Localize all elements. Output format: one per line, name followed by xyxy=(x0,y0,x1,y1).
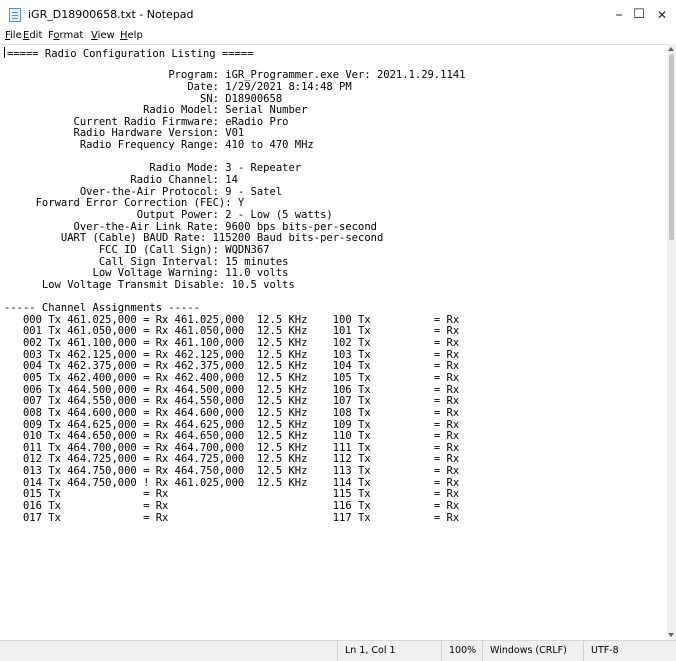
menu-file[interactable]: File xyxy=(5,30,22,41)
close-button[interactable]: ✕ xyxy=(645,0,676,30)
menu-edit[interactable]: Edit xyxy=(23,30,42,41)
scroll-up-arrow-icon[interactable] xyxy=(668,47,674,51)
text-line: 002 Tx 461.100,000 = Rx 461.100,000 12.5… xyxy=(4,337,460,350)
menu-format-label: rmat xyxy=(59,30,84,41)
cursor-position: Ln 1, Col 1 xyxy=(337,641,441,661)
menu-help[interactable]: Help xyxy=(120,30,143,41)
encoding: UTF-8 xyxy=(583,641,676,661)
zoom-level: 100% xyxy=(441,641,482,661)
menu-help-label: elp xyxy=(127,30,143,41)
text-line: Output Power: 2 - Low (5 watts) xyxy=(4,208,333,221)
notepad-icon xyxy=(9,8,21,22)
menu-file-label: ile xyxy=(10,30,22,41)
text-line: 013 Tx 464.750,000 = Rx 464.750,000 12.5… xyxy=(4,465,460,478)
text-caret xyxy=(4,47,5,58)
text-line: 016 Tx = Rx 116 Tx = Rx xyxy=(4,499,460,512)
line-ending: Windows (CRLF) xyxy=(482,641,583,661)
window-title: iGR_D18900658.txt - Notepad xyxy=(28,8,194,21)
menu-view-label: iew xyxy=(97,30,115,41)
text-line: ----- Channel Assignments ----- xyxy=(4,302,200,315)
text-line: 008 Tx 464.600,000 = Rx 464.600,000 12.5… xyxy=(4,406,460,419)
text-editor[interactable]: ===== Radio Configuration Listing ===== … xyxy=(0,44,676,641)
text-line: 017 Tx = Rx 117 Tx = Rx xyxy=(4,511,460,524)
text-line: Radio Channel: 14 xyxy=(4,174,238,187)
menu-bar: File Edit Format View Help xyxy=(0,30,676,44)
text-line: Low Voltage Transmit Disable: 10.5 volts xyxy=(4,278,295,291)
text-line: ===== Radio Configuration Listing ===== xyxy=(4,47,664,60)
menu-format[interactable]: Format xyxy=(48,30,83,41)
document-text[interactable]: ===== Radio Configuration Listing ===== … xyxy=(4,47,664,641)
text-line: FCC ID (Call Sign): WQDN367 xyxy=(4,243,270,256)
title-bar[interactable]: iGR_D18900658.txt - Notepad – ☐ ✕ xyxy=(0,0,676,30)
text-line: Radio Frequency Range: 410 to 470 MHz xyxy=(4,139,314,152)
scroll-down-arrow-icon[interactable] xyxy=(668,633,674,637)
vertical-scrollbar[interactable] xyxy=(667,44,676,640)
menu-view[interactable]: View xyxy=(91,30,115,41)
menu-edit-label: dit xyxy=(29,30,43,41)
text-line: Date: 1/29/2021 8:14:48 PM xyxy=(4,80,352,93)
menu-view-mnemonic: V xyxy=(91,30,98,41)
scrollbar-thumb[interactable] xyxy=(669,54,674,240)
text-line: 005 Tx 462.400,000 = Rx 462.400,000 12.5… xyxy=(4,371,460,384)
menu-help-mnemonic: H xyxy=(120,30,128,41)
status-bar: Ln 1, Col 1 100% Windows (CRLF) UTF-8 xyxy=(0,640,676,661)
